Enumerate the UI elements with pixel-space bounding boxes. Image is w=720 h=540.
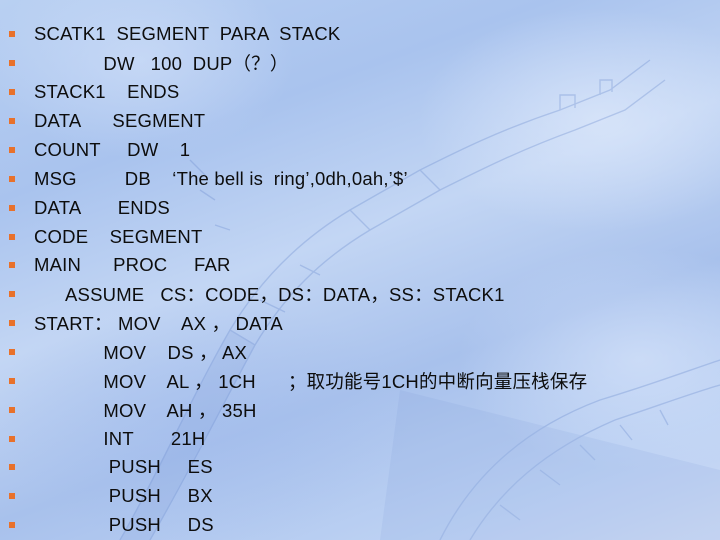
bullet-icon xyxy=(9,146,15,153)
bullet-icon xyxy=(9,117,15,124)
bullet-icon xyxy=(9,204,15,211)
code-line: STACK1 ENDS xyxy=(0,77,720,106)
code-line: PUSH BX xyxy=(0,481,720,510)
bullet-icon xyxy=(9,463,15,470)
bullet-icon xyxy=(9,492,15,499)
code-text: START： MOV AX ， DATA xyxy=(34,312,283,334)
code-line: DATA SEGMENT xyxy=(0,106,720,135)
code-text: MOV DS ， AX xyxy=(34,341,248,363)
code-line: COUNT DW 1 xyxy=(0,135,720,164)
code-line: DATA ENDS xyxy=(0,193,720,222)
code-text: ASSUME CS：CODE，DS：DATA，SS：STACK1 xyxy=(34,283,505,305)
bullet-icon xyxy=(9,319,15,326)
code-text: COUNT DW 1 xyxy=(34,138,191,160)
code-line: MOV DS ， AX xyxy=(0,337,720,366)
code-line: START： MOV AX ， DATA xyxy=(0,308,720,337)
code-text: DATA ENDS xyxy=(34,196,170,218)
code-text: PUSH DS xyxy=(34,513,214,535)
bullet-icon xyxy=(9,233,15,240)
code-line: SCATK1 SEGMENT PARA STACK xyxy=(0,19,720,48)
code-text: PUSH ES xyxy=(34,455,213,477)
code-line: PUSH DS xyxy=(0,510,720,539)
bullet-icon xyxy=(9,88,15,95)
code-line: CODE SEGMENT xyxy=(0,222,720,251)
bullet-icon xyxy=(9,30,15,37)
code-line: INT 21H xyxy=(0,424,720,453)
code-text: CODE SEGMENT xyxy=(34,225,203,247)
code-text: DW 100 DUP（？） xyxy=(34,52,289,74)
code-line: ASSUME CS：CODE，DS：DATA，SS：STACK1 xyxy=(0,279,720,308)
code-text: DATA SEGMENT xyxy=(34,109,206,131)
code-text: INT 21H xyxy=(34,427,206,449)
bullet-icon xyxy=(9,175,15,182)
slide-content: SCATK1 SEGMENT PARA STACK DW 100 DUP（？） … xyxy=(0,0,720,540)
bullet-icon xyxy=(9,59,15,66)
code-text: STACK1 ENDS xyxy=(34,80,180,102)
code-line: MOV AL ， 1CH ；取功能号1CH的中断向量压栈保存 xyxy=(0,366,720,395)
code-line: MOV AH ， 35H xyxy=(0,395,720,424)
bullet-icon xyxy=(9,406,15,413)
code-line: MSG DB ‘The bell is ring’,0dh,0ah,’$’ xyxy=(0,164,720,193)
bullet-icon xyxy=(9,348,15,355)
bullet-icon xyxy=(9,377,15,384)
code-line: DW 100 DUP（？） xyxy=(0,48,720,77)
code-text: SCATK1 SEGMENT PARA STACK xyxy=(34,22,341,44)
code-text: MOV AL ， 1CH ；取功能号1CH的中断向量压栈保存 xyxy=(34,370,588,392)
code-text: MAIN PROC FAR xyxy=(34,253,231,275)
code-line: MAIN PROC FAR xyxy=(0,250,720,279)
bullet-icon xyxy=(9,521,15,528)
code-line: PUSH ES xyxy=(0,452,720,481)
code-text: MOV AH ， 35H xyxy=(34,399,257,421)
bullet-icon xyxy=(9,261,15,268)
code-text: MSG DB ‘The bell is ring’,0dh,0ah,’$’ xyxy=(34,167,408,189)
bullet-icon xyxy=(9,290,15,297)
code-text: PUSH BX xyxy=(34,484,213,506)
bullet-icon xyxy=(9,435,15,442)
